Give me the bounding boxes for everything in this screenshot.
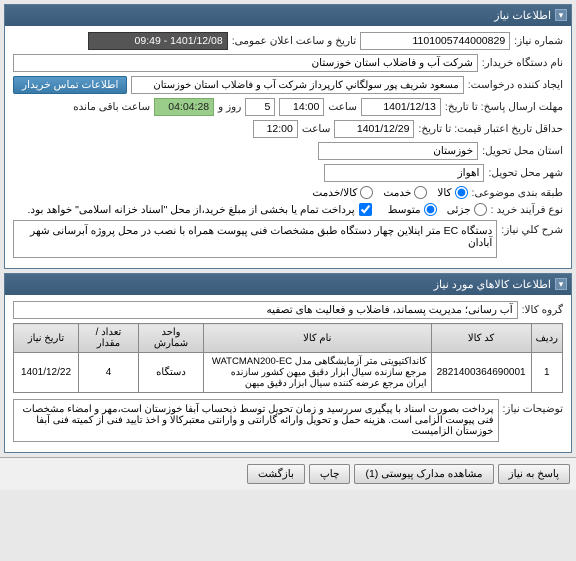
purchase-note-row: پرداخت تمام یا بخشی از مبلغ خرید،از محل …	[28, 203, 372, 216]
remain-label: ساعت باقی مانده	[73, 101, 150, 113]
day-val-field: 5	[245, 98, 275, 116]
panel1-header: ▾ اطلاعات نیاز	[5, 5, 571, 26]
validity-label: حداقل تاریخ اعتبار قیمت: تا تاریخ:	[418, 123, 563, 135]
hour-label-1: ساعت	[328, 101, 357, 113]
panel1-body: شماره نیاز: 1101005744000829 تاریخ و ساع…	[5, 26, 571, 268]
validity-hour-field: 12:00	[253, 120, 298, 138]
cell-idx: 1	[531, 353, 562, 393]
purchase-note-checkbox[interactable]	[359, 203, 372, 216]
panel2-title: اطلاعات كالاهاي مورد نیاز	[434, 279, 551, 291]
purchase-type-radio-group: جزئی متوسط	[388, 203, 487, 216]
hour-label-2: ساعت	[302, 123, 331, 135]
goods-panel: ▾ اطلاعات كالاهاي مورد نیاز گروه کالا: آ…	[4, 273, 572, 453]
announce-label: تاریخ و ساعت اعلان عمومی:	[232, 35, 356, 47]
purchase-note-text: پرداخت تمام یا بخشی از مبلغ خرید،از محل …	[28, 204, 355, 216]
th-date: تاریخ نیاز	[14, 324, 79, 353]
validity-date-field: 1401/12/29	[334, 120, 414, 138]
province-field: خوزستان	[318, 142, 478, 160]
attachments-button[interactable]: مشاهده مدارک پیوستی (1)	[354, 464, 493, 484]
announce-field: 1401/12/08 - 09:49	[88, 32, 228, 50]
purchase-type-label: نوع فرآیند خرید :	[491, 204, 563, 216]
reply-date-field: 1401/12/13	[361, 98, 441, 116]
cat-service-radio[interactable]	[414, 186, 427, 199]
pt-medium-option[interactable]: متوسط	[388, 203, 437, 216]
goods-group-field: آب رسانی؛ مدیریت پسماند، فاضلاب و فعالیت…	[13, 301, 518, 319]
day-label: روز و	[218, 101, 241, 113]
city-field: اهواز	[324, 164, 484, 182]
cell-name: کانداکتیویتی متر آزمایشگاهی مدل WATCMAN2…	[204, 353, 432, 393]
cell-date: 1401/12/22	[14, 353, 79, 393]
th-code: کد کالا	[431, 324, 531, 353]
category-radio-group: کالا خدمت کالا/خدمت	[312, 186, 467, 199]
category-label: طبقه بندی موضوعی:	[472, 187, 563, 199]
cat-goods-radio[interactable]	[455, 186, 468, 199]
city-label: شهر محل تحویل:	[488, 167, 563, 179]
need-no-label: شماره نیاز:	[514, 35, 563, 47]
cat-both-radio[interactable]	[360, 186, 373, 199]
remain-time-field: 04:04:28	[154, 98, 214, 116]
print-button[interactable]: چاپ	[309, 464, 351, 484]
pt-medium-radio[interactable]	[424, 203, 437, 216]
reply-deadline-label: مهلت ارسال پاسخ: تا تاریخ:	[445, 101, 563, 113]
cell-unit: دستگاه	[139, 353, 204, 393]
pt-partial-option[interactable]: جزئی	[447, 203, 487, 216]
panel2-header: ▾ اطلاعات كالاهاي مورد نیاز	[5, 274, 571, 295]
goods-group-label: گروه کالا:	[522, 304, 563, 316]
buyer-org-label: نام دستگاه خریدار:	[482, 57, 563, 69]
need-notes: پرداخت بصورت اسناد با پیگیری سررسید و زم…	[13, 399, 499, 442]
cell-qty: 4	[79, 353, 139, 393]
reply-hour-field: 14:00	[279, 98, 324, 116]
need-description: دستگاه EC متر اینلاین چهار دستگاه طبق مش…	[13, 220, 497, 258]
panel1-title: اطلاعات نیاز	[494, 10, 551, 22]
back-button[interactable]: بازگشت	[247, 464, 305, 484]
footer-buttons: پاسخ به نیاز مشاهده مدارک پیوستی (1) چاپ…	[0, 457, 576, 490]
table-header-row: ردیف کد کالا نام کالا واحد شمارش تعداد /…	[14, 324, 563, 353]
table-row: 1 2821400364690001 کانداکتیویتی متر آزما…	[14, 353, 563, 393]
th-idx: ردیف	[531, 324, 562, 353]
th-name: نام کالا	[204, 324, 432, 353]
requester-field: مسعود شريف پور سولگاني کارپرداز شرکت آب …	[131, 76, 463, 94]
reply-button[interactable]: پاسخ به نیاز	[498, 464, 570, 484]
need-info-panel: ▾ اطلاعات نیاز شماره نیاز: 1101005744000…	[4, 4, 572, 269]
need-no-field: 1101005744000829	[360, 32, 510, 50]
cell-code: 2821400364690001	[431, 353, 531, 393]
buyer-org-field: شرکت آب و فاضلاب استان خوزستان	[13, 54, 478, 72]
cat-service-option[interactable]: خدمت	[383, 186, 427, 199]
panel2-body: گروه کالا: آب رسانی؛ مدیریت پسماند، فاضل…	[5, 295, 571, 452]
pt-partial-radio[interactable]	[474, 203, 487, 216]
goods-table: ردیف کد کالا نام کالا واحد شمارش تعداد /…	[13, 323, 563, 393]
desc-label: شرح کلي نیاز:	[501, 220, 563, 236]
buyer-contact-button[interactable]: اطلاعات تماس خریدار	[13, 76, 127, 94]
cat-goods-option[interactable]: کالا	[437, 186, 467, 199]
collapse-icon[interactable]: ▾	[555, 9, 567, 21]
cat-both-option[interactable]: کالا/خدمت	[312, 186, 373, 199]
notes-label: توضیحات نیاز:	[503, 399, 564, 415]
requester-label: ایجاد کننده درخواست:	[468, 79, 563, 91]
th-qty: تعداد / مقدار	[79, 324, 139, 353]
th-unit: واحد شمارش	[139, 324, 204, 353]
province-label: استان محل تحویل:	[482, 145, 563, 157]
collapse-icon-2[interactable]: ▾	[555, 278, 567, 290]
